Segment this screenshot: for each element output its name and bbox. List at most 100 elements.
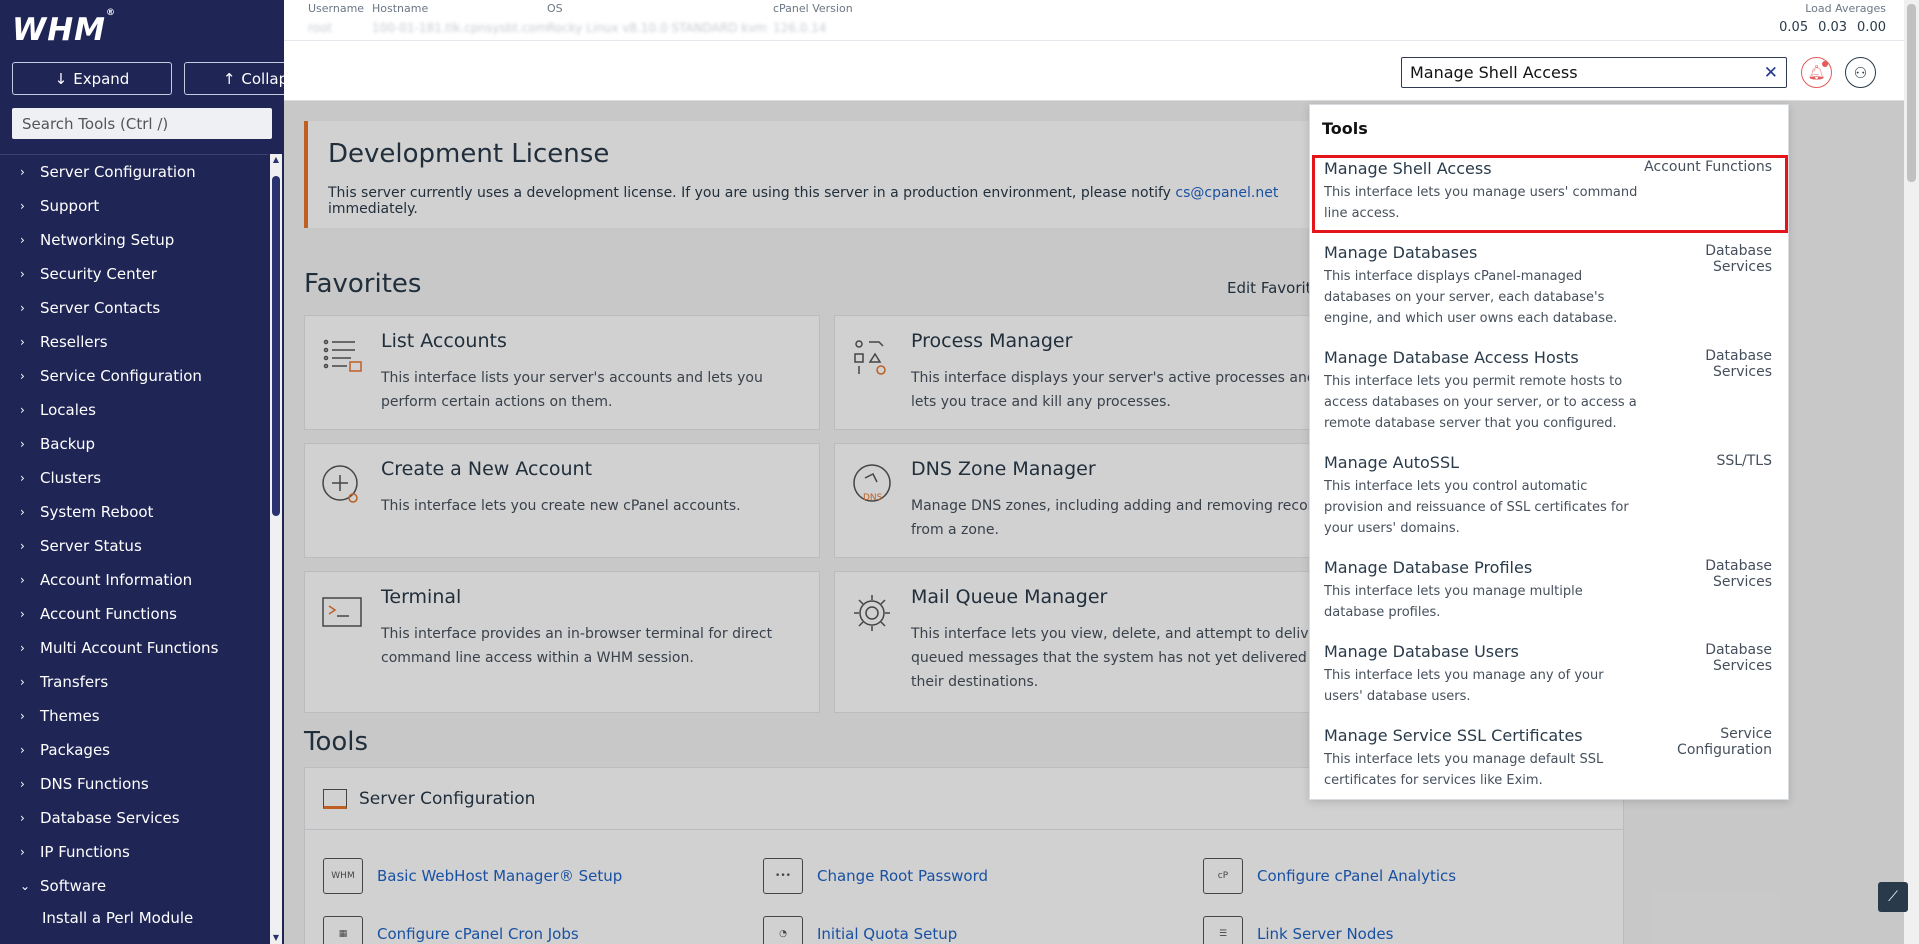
tool-link[interactable]: ☰ Link Server Nodes — [1203, 916, 1393, 944]
chevron-right-icon: › — [20, 607, 25, 621]
favorite-card-mail-queue[interactable]: Mail Queue Manager This interface lets y… — [834, 571, 1350, 713]
card-title: Process Manager — [911, 330, 1073, 352]
chevron-right-icon: › — [20, 471, 25, 485]
sidebar-item[interactable]: › Security Center — [0, 257, 268, 291]
favorite-card-terminal[interactable]: Terminal This interface provides an in-b… — [304, 571, 820, 713]
favorite-card-dns-zone-manager[interactable]: DNS DNS Zone Manager Manage DNS zones, i… — [834, 443, 1350, 558]
sidebar-item[interactable]: › Server Configuration — [0, 155, 268, 189]
search-result-item[interactable]: Manage Database Profiles This interface … — [1312, 554, 1788, 629]
sidebar-item-software[interactable]: ⌄ Software — [0, 869, 268, 903]
chevron-right-icon: › — [20, 437, 25, 451]
search-result-item[interactable]: Manage Database Users This interface let… — [1312, 638, 1788, 713]
tool-search-input[interactable]: Manage Shell Access ✕ — [1401, 57, 1787, 88]
favorite-card-list-accounts[interactable]: List Accounts This interface lists your … — [304, 315, 820, 430]
chevron-right-icon: › — [20, 743, 25, 757]
whm-logo[interactable]: WHM® — [12, 8, 116, 48]
search-value: Manage Shell Access — [1410, 63, 1578, 82]
sidebar-item-label: Locales — [40, 401, 96, 419]
chevron-right-icon: › — [20, 573, 25, 587]
sidebar-item[interactable]: › Clusters — [0, 461, 268, 495]
notifications-button[interactable]: 🔔︎ — [1801, 57, 1832, 88]
favorite-card-process-manager[interactable]: Process Manager This interface displays … — [834, 315, 1350, 430]
result-description: This interface lets you manage users' co… — [1324, 185, 1638, 221]
sidebar-item[interactable]: › Server Contacts — [0, 291, 268, 325]
search-result-item[interactable]: Manage AutoSSL This interface lets you c… — [1312, 449, 1788, 545]
scroll-down-icon[interactable]: ▼ — [270, 932, 282, 944]
chevron-right-icon: › — [20, 335, 25, 349]
page-scroll-thumb[interactable] — [1907, 4, 1916, 182]
chevron-right-icon: › — [20, 539, 25, 553]
search-result-item[interactable]: Manage Shell Access This interface lets … — [1312, 155, 1788, 233]
result-description: This interface lets you manage multiple … — [1324, 584, 1583, 620]
search-result-item[interactable]: Manage Service SSL Certificates This int… — [1312, 722, 1788, 797]
license-title: Development License — [328, 139, 610, 169]
card-title: Create a New Account — [381, 458, 593, 480]
sidebar-search-input[interactable]: Search Tools (Ctrl /) — [12, 108, 272, 139]
support-email-link[interactable]: cs@cpanel.net — [1175, 185, 1278, 201]
sidebar-item[interactable]: › Transfers — [0, 665, 268, 699]
sidebar-item-label: Account Functions — [40, 605, 177, 623]
user-menu-button[interactable]: ⚇ — [1845, 57, 1876, 88]
chevron-down-icon: ⌄ — [20, 879, 31, 893]
card-description: This interface lists your server's accou… — [381, 370, 763, 410]
chevron-right-icon: › — [20, 641, 25, 655]
favorite-card-create-account[interactable]: Create a New Account This interface lets… — [304, 443, 820, 558]
tool-link[interactable]: ◔ Initial Quota Setup — [763, 916, 957, 944]
tool-link[interactable]: WHM Basic WebHost Manager® Setup — [323, 858, 622, 894]
dns-icon-label: DNS — [863, 493, 883, 503]
add-account-icon — [322, 465, 358, 503]
dns-icon: DNS — [853, 464, 891, 503]
sidebar-item[interactable]: › Server Status — [0, 529, 268, 563]
sidebar-item[interactable]: › Multi Account Functions — [0, 631, 268, 665]
sidebar-item[interactable]: › DNS Functions — [0, 767, 268, 801]
chevron-right-icon: › — [20, 267, 25, 281]
result-category: SSL/TLS — [1716, 453, 1772, 469]
card-description: This interface displays your server's ac… — [911, 370, 1316, 410]
sidebar-item-label: Packages — [40, 741, 110, 759]
scroll-up-icon[interactable]: ▲ — [270, 154, 282, 166]
chevron-right-icon: › — [20, 505, 25, 519]
list-icon — [323, 339, 362, 372]
sidebar-item[interactable]: › Packages — [0, 733, 268, 767]
username-value: root — [308, 21, 333, 35]
sidebar-item[interactable]: › Account Functions — [0, 597, 268, 631]
sidebar-item[interactable]: › System Reboot — [0, 495, 268, 529]
sidebar-item[interactable]: › Backup — [0, 427, 268, 461]
sidebar-item-label: System Reboot — [40, 503, 154, 521]
sidebar-item[interactable]: › Database Services — [0, 801, 268, 835]
quota-icon: ◔ — [763, 916, 803, 944]
sidebar-item[interactable]: › Resellers — [0, 325, 268, 359]
tool-link[interactable]: ••• Change Root Password — [763, 858, 988, 894]
search-result-item[interactable]: Manage Database Access Hosts This interf… — [1312, 344, 1788, 440]
sidebar-item[interactable]: › Service Configuration — [0, 359, 268, 393]
server-config-icon — [323, 788, 347, 809]
card-title: Mail Queue Manager — [911, 586, 1108, 608]
process-icon — [854, 340, 886, 375]
analytics-chart-icon[interactable]: ⟋ — [1878, 882, 1908, 912]
sidebar-item[interactable]: › IP Functions — [0, 835, 268, 869]
sidebar-item[interactable]: › Account Information — [0, 563, 268, 597]
sidebar-item[interactable]: › Themes — [0, 699, 268, 733]
expand-button[interactable]: ↓ Expand — [12, 62, 172, 95]
search-result-item[interactable]: Manage Databases This interface displays… — [1312, 239, 1788, 335]
license-message: This server currently uses a development… — [328, 185, 1171, 201]
favorites-heading: Favorites — [304, 269, 422, 299]
sidebar-item[interactable]: › Networking Setup — [0, 223, 268, 257]
result-category: Database Services — [1705, 642, 1772, 674]
tool-link[interactable]: cP Configure cPanel Analytics — [1203, 858, 1456, 894]
sidebar-subitem[interactable]: Install a Perl Module — [0, 903, 268, 933]
gear-icon — [854, 595, 890, 631]
tools-heading: Tools — [304, 727, 369, 757]
tool-link[interactable]: ▦ Configure cPanel Cron Jobs — [323, 916, 579, 944]
page-scrollbar[interactable] — [1904, 0, 1919, 944]
sidebar-scrollbar[interactable]: ▲ ▼ — [270, 154, 282, 944]
sidebar-item[interactable]: › Locales — [0, 393, 268, 427]
chevron-right-icon: › — [20, 777, 25, 791]
sidebar-item-label: Backup — [40, 435, 95, 453]
clear-search-icon[interactable]: ✕ — [1764, 63, 1778, 83]
sidebar-scroll-thumb[interactable] — [272, 176, 280, 516]
license-notice: Development License This server currentl… — [304, 121, 1364, 228]
sidebar-item[interactable]: › Support — [0, 189, 268, 223]
username-info: Username root — [308, 2, 364, 35]
sidebar-item-label: Server Contacts — [40, 299, 161, 317]
